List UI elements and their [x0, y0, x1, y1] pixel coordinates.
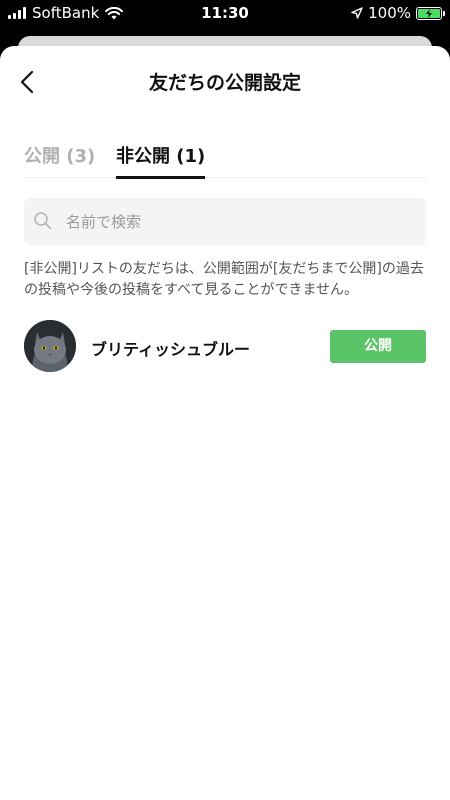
page-title: 友だちの公開設定: [148, 72, 301, 94]
status-right: 100%: [351, 4, 445, 22]
modal-sheet: 友だちの公開設定 公開 (3) 非公開 (1) [非公開]リストの友だちは、公開…: [0, 46, 450, 800]
location-arrow-icon: [351, 7, 363, 19]
nav-bar: 友だちの公開設定: [0, 46, 450, 116]
friend-name: ブリティッシュブルー: [91, 340, 251, 359]
status-bar: SoftBank 11:30 100%: [0, 0, 450, 26]
friend-row: ブリティッシュブルー 公開: [24, 320, 426, 372]
charging-bolt-icon: [426, 8, 432, 18]
tab-private[interactable]: 非公開 (1): [116, 142, 206, 179]
search-icon: [34, 212, 52, 230]
search-bar: [24, 198, 426, 245]
tab-public[interactable]: 公開 (3): [24, 142, 95, 178]
tab-bar: 公開 (3) 非公開 (1): [24, 142, 426, 179]
make-public-button[interactable]: 公開: [330, 330, 426, 363]
search-input[interactable]: [66, 198, 416, 245]
battery-icon: [416, 6, 445, 20]
avatar: [24, 320, 76, 372]
cat-avatar-icon: [24, 320, 76, 372]
private-list-description: [非公開]リストの友だちは、公開範囲が[友だちまで公開]の過去の投稿や今後の投稿…: [24, 261, 424, 298]
battery-percent: 100%: [368, 4, 411, 22]
